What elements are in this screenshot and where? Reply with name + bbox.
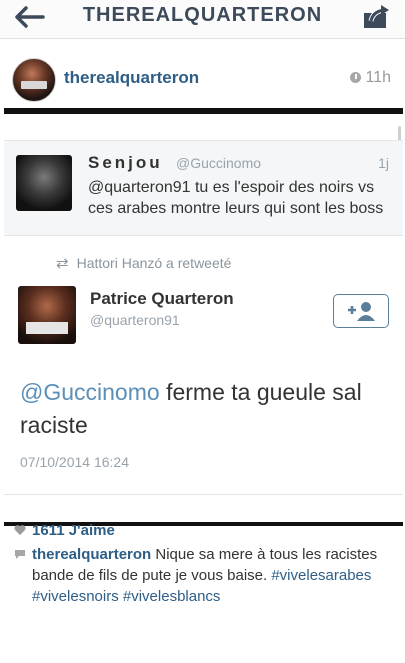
post-timestamp: 11h [350, 69, 391, 87]
quoted-avatar [16, 155, 72, 211]
tweet-handle: @quarteron91 [90, 312, 180, 328]
post-username[interactable]: therealquarteron [64, 68, 199, 88]
add-user-icon [348, 302, 375, 321]
follow-button [333, 294, 389, 328]
retweet-icon: ⇄ [56, 255, 69, 272]
post-header: therealquarteron 11h [0, 58, 405, 102]
quoted-name: Senjou [88, 153, 163, 172]
comment-icon [15, 550, 25, 559]
clock-icon [350, 72, 362, 83]
caption: therealquarteron Nique sa mere à tous le… [32, 544, 392, 607]
post-photo[interactable]: Senjou @Guccinomo 1j @quarteron91 tu es … [4, 108, 403, 526]
retweet-line: ⇄ Hattori Hanzó a retweeté [56, 254, 231, 272]
tweet-mention: @Guccinomo [20, 379, 160, 405]
share-icon[interactable] [361, 4, 391, 30]
likes-count[interactable]: 1611 J'aime [32, 522, 115, 539]
quoted-handle: @Guccinomo [176, 155, 262, 171]
divider [4, 494, 403, 495]
heart-icon[interactable] [14, 524, 26, 536]
quoted-tweet: Senjou @Guccinomo 1j @quarteron91 tu es … [4, 140, 403, 236]
quoted-text: @quarteron91 tu es l'espoir des noirs vs… [88, 179, 384, 217]
tweet-avatar [18, 286, 76, 344]
avatar[interactable] [12, 58, 56, 102]
tweet-text: @Guccinomo ferme ta gueule sal raciste [20, 376, 390, 442]
quoted-time: 1j [378, 155, 389, 171]
post-time-value: 11h [365, 69, 391, 86]
tweet-date: 07/10/2014 16:24 [20, 454, 129, 470]
tweet-name: Patrice Quarteron [90, 289, 234, 308]
page-title: THEREALQUARTERON [82, 4, 323, 26]
retweet-label: Hattori Hanzó a retweeté [76, 255, 232, 271]
caption-username[interactable]: therealquarteron [32, 546, 151, 563]
top-bar: THEREALQUARTERON [0, 0, 405, 39]
